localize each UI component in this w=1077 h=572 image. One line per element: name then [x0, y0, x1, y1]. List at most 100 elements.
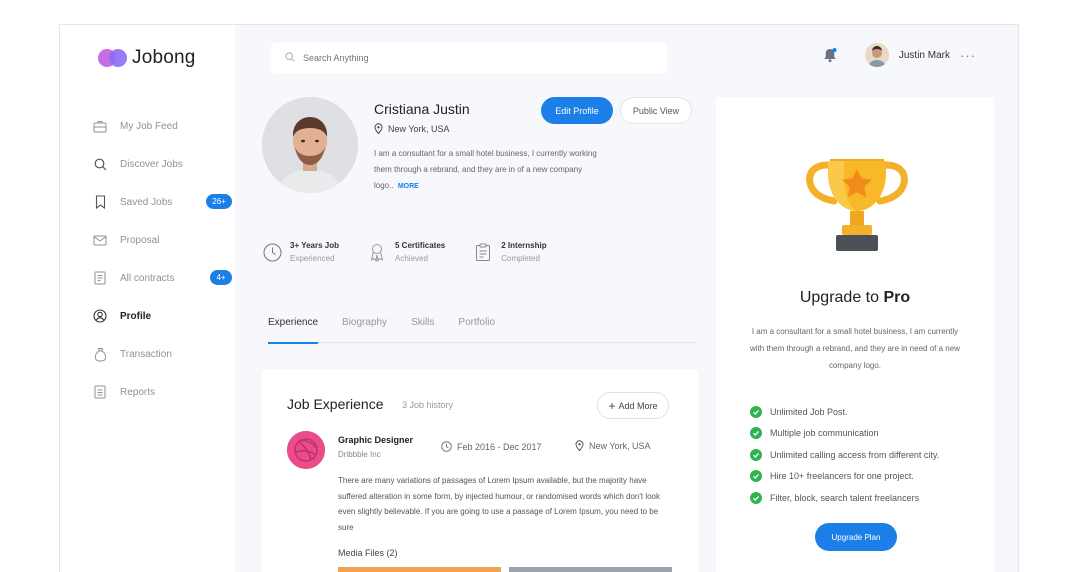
edit-profile-button[interactable]: Edit Profile	[541, 97, 613, 124]
upgrade-title-prefix: Upgrade to	[799, 289, 880, 306]
feature-item: Unlimited calling access from different …	[750, 444, 939, 466]
tab-skills[interactable]: Skills	[411, 313, 434, 343]
check-icon	[750, 491, 762, 504]
add-more-button[interactable]: + Add More	[597, 392, 669, 419]
job-dates-text: Feb 2016 - Dec 2017	[457, 441, 542, 452]
username[interactable]: Justin Mark	[899, 50, 950, 61]
search-bar[interactable]	[271, 43, 667, 73]
sidebar-item-label: Saved Jobs	[120, 196, 173, 208]
feature-text: Unlimited calling access from different …	[770, 449, 940, 460]
sidebar-nav: My Job Feed Discover Jobs Saved Jobs 26+	[92, 107, 232, 411]
media-thumbnail[interactable]	[338, 567, 501, 572]
sidebar-item-profile[interactable]: Profile	[92, 297, 232, 335]
clock-icon	[441, 441, 452, 452]
bell-icon[interactable]	[821, 46, 839, 64]
tab-experience[interactable]: Experience	[268, 313, 319, 344]
feature-text: Multiple job communication	[770, 428, 879, 439]
stat-value: 5 Certificates	[395, 241, 446, 250]
profile-stats: 3+ Years Job Experienced 5 Certificates …	[262, 241, 575, 263]
sidebar: Jobong My Job Feed Discover Jobs Saved J…	[60, 25, 235, 572]
document-icon	[92, 270, 108, 286]
app-window: Jobong My Job Feed Discover Jobs Saved J…	[59, 24, 1019, 572]
job-experience-title: Job Experience	[287, 396, 384, 412]
report-icon	[92, 384, 108, 400]
sidebar-item-label: Discover Jobs	[120, 158, 183, 170]
stat-value: 2 Internship	[501, 241, 547, 250]
search-icon	[92, 156, 108, 172]
check-icon	[750, 405, 762, 418]
sidebar-item-label: Reports	[120, 386, 156, 398]
job-location-text: New York, USA	[589, 440, 651, 451]
media-thumbnail[interactable]	[509, 567, 672, 572]
check-icon	[750, 448, 762, 461]
money-bag-icon	[92, 346, 108, 362]
job-history-count: 3 Job history	[402, 400, 454, 410]
check-icon	[750, 427, 762, 440]
media-files-label: Media Files (2)	[338, 548, 398, 558]
job-role: Graphic Designer	[338, 435, 414, 445]
feature-item: Filter, block, search talent freelancers	[750, 487, 939, 509]
feature-item: Multiple job communication	[750, 423, 939, 445]
avatar[interactable]	[864, 43, 889, 67]
stat-experience: 3+ Years Job Experienced	[262, 241, 339, 263]
profile-tabs: Experience Biography Skills Portfolio	[268, 313, 696, 344]
job-dates: Feb 2016 - Dec 2017	[441, 441, 542, 452]
sidebar-item-label: Profile	[120, 310, 152, 322]
tab-portfolio[interactable]: Portfolio	[458, 313, 495, 343]
award-icon	[367, 242, 387, 262]
stat-value: 3+ Years Job	[290, 241, 339, 250]
public-view-button[interactable]: Public View	[620, 97, 692, 124]
job-experience-card: Job Experience 3 Job history + Add More …	[262, 369, 698, 572]
search-input[interactable]	[303, 53, 603, 63]
upgrade-pro-card: Upgrade to Pro I am a consultant for a s…	[716, 97, 994, 572]
main-content: Justin Mark ··· Cristiana Justin	[235, 25, 1018, 572]
feature-text: Unlimited Job Post.	[770, 406, 848, 417]
profile-bio: I am a consultant for a small hotel busi…	[374, 146, 602, 195]
briefcase-icon	[92, 118, 108, 134]
search-icon	[285, 49, 295, 67]
plus-icon: +	[608, 398, 616, 413]
tab-biography[interactable]: Biography	[342, 313, 387, 343]
check-icon	[750, 470, 762, 483]
sidebar-item-saved-jobs[interactable]: Saved Jobs 26+	[92, 183, 232, 221]
stat-caption: Completed	[501, 254, 540, 263]
more-link[interactable]: MORE	[398, 183, 419, 190]
upgrade-plan-button[interactable]: Upgrade Plan	[815, 523, 897, 551]
sidebar-item-label: Proposal	[120, 234, 160, 246]
sidebar-item-all-contracts[interactable]: All contracts 4+	[92, 259, 232, 297]
feature-item: Unlimited Job Post.	[750, 401, 939, 423]
sidebar-item-label: All contracts	[120, 272, 175, 284]
feature-text: Hire 10+ freelancers for one project.	[770, 471, 914, 482]
sidebar-item-reports[interactable]: Reports	[92, 373, 232, 411]
user-icon	[92, 308, 108, 324]
mail-icon	[92, 232, 108, 248]
stat-caption: Achieved	[395, 254, 428, 263]
upgrade-title-pro: Pro	[883, 289, 911, 306]
sidebar-item-discover-jobs[interactable]: Discover Jobs	[92, 145, 232, 183]
location-pin-icon	[575, 440, 584, 451]
job-company: Dribbble Inc	[338, 450, 381, 459]
upgrade-description: I am a consultant for a small hotel busi…	[750, 327, 960, 370]
more-options-icon[interactable]: ···	[960, 48, 976, 63]
sidebar-item-label: Transaction	[120, 348, 172, 360]
sidebar-item-proposal[interactable]: Proposal	[92, 221, 232, 259]
dribbble-icon	[287, 431, 325, 469]
sidebar-item-label: My Job Feed	[120, 120, 178, 132]
saved-jobs-badge: 26+	[206, 194, 232, 209]
stat-caption: Experienced	[290, 254, 335, 263]
location-pin-icon	[374, 123, 383, 134]
profile-location: New York, USA	[374, 123, 450, 134]
job-description: There are many variations of passages of…	[338, 476, 660, 532]
app-logo[interactable]: Jobong	[98, 47, 196, 69]
clock-icon	[262, 242, 282, 262]
logo-icon	[98, 49, 128, 67]
job-location: New York, USA	[575, 440, 651, 451]
profile-avatar	[262, 97, 358, 193]
sidebar-item-my-job-feed[interactable]: My Job Feed	[92, 107, 232, 145]
all-contracts-badge: 4+	[210, 270, 232, 285]
header-user-area: Justin Mark ···	[821, 43, 976, 67]
feature-list: Unlimited Job Post. Multiple job communi…	[750, 401, 939, 509]
clipboard-icon	[473, 242, 493, 262]
stat-internship: 2 Internship Completed	[473, 241, 547, 263]
sidebar-item-transaction[interactable]: Transaction	[92, 335, 232, 373]
